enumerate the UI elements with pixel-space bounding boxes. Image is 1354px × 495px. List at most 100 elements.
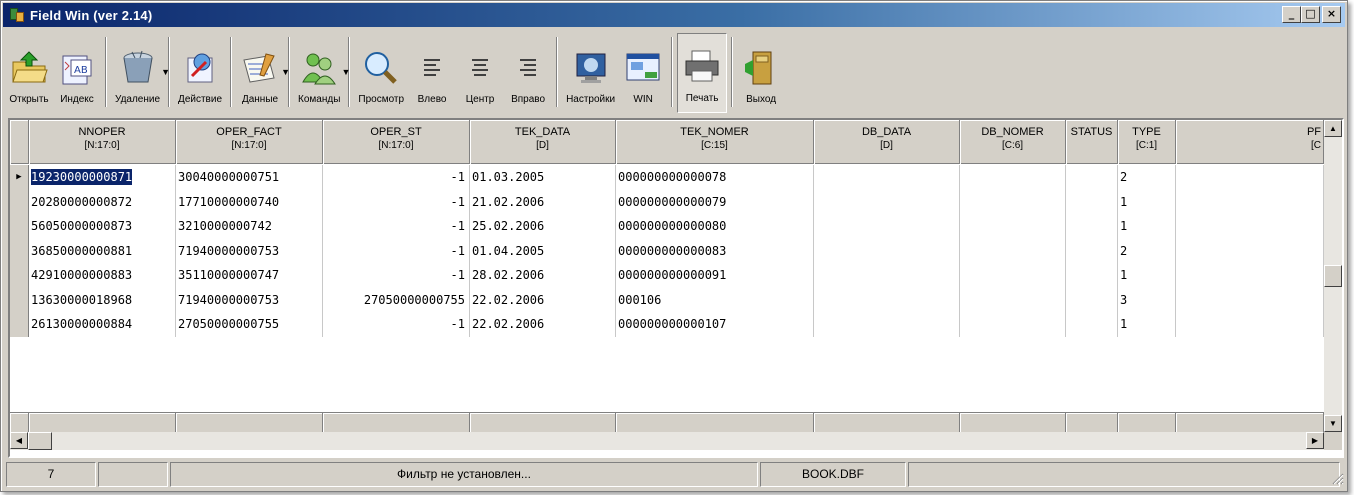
chevron-down-icon[interactable]: ▼: [341, 67, 350, 77]
cell-tek-data[interactable]: 01.03.2005: [470, 165, 616, 190]
row-indicator[interactable]: [10, 189, 29, 214]
cell-tek-data[interactable]: 22.02.2006: [470, 312, 616, 337]
row-indicator[interactable]: [10, 238, 29, 263]
table-row[interactable]: 20280000000872 17710000000740 -1 21.02.2006…: [10, 189, 1324, 214]
align-left-button[interactable]: Влево: [408, 33, 456, 113]
align-right-button[interactable]: Вправо: [504, 33, 552, 113]
action-button[interactable]: Действие: [174, 33, 226, 113]
title-bar[interactable]: Field Win (ver 2.14) _ □ ×: [3, 3, 1345, 27]
cell-db-data[interactable]: [814, 263, 960, 288]
row-indicator[interactable]: [10, 263, 29, 288]
cell-tek-nomer[interactable]: 000000000000078: [616, 165, 814, 190]
column-header-type[interactable]: TYPE [C:1]: [1118, 120, 1176, 164]
cell-nnoper[interactable]: 20280000000872: [29, 189, 176, 214]
scroll-up-button[interactable]: ▲: [1324, 120, 1342, 137]
table-row[interactable]: ▶ 19230000000871 30040000000751 -1 01.03.200…: [10, 165, 1324, 190]
scroll-right-button[interactable]: ▶: [1306, 432, 1324, 449]
column-header-status[interactable]: STATUS: [1066, 120, 1118, 164]
row-indicator[interactable]: [10, 312, 29, 337]
column-header-tek-nomer[interactable]: TEK_NOMER [C:15]: [616, 120, 814, 164]
cell-db-nomer[interactable]: [960, 214, 1066, 239]
cell-db-data[interactable]: [814, 214, 960, 239]
cell-oper-st[interactable]: -1: [323, 263, 470, 288]
cell-nnoper[interactable]: 42910000000883: [29, 263, 176, 288]
cell-db-nomer[interactable]: [960, 263, 1066, 288]
commands-button[interactable]: Команды ▼: [294, 33, 350, 113]
column-header-tek-data[interactable]: TEK_DATA [D]: [470, 120, 616, 164]
chevron-down-icon[interactable]: ▼: [281, 67, 290, 77]
table-row[interactable]: 13630000018968 71940000000753 270500000007…: [10, 287, 1324, 312]
cell-oper-fact[interactable]: 71940000000753: [176, 238, 323, 263]
cell-oper-st[interactable]: -1: [323, 312, 470, 337]
cell-oper-fact[interactable]: 30040000000751: [176, 165, 323, 190]
cell-nnoper[interactable]: 36850000000881: [29, 238, 176, 263]
data-grid[interactable]: NNOPER [N:17:0] OPER_FACT [N:17:0] OPER_ST…: [8, 118, 1344, 458]
print-button[interactable]: Печать: [677, 33, 728, 113]
cell-type[interactable]: 1: [1118, 263, 1176, 288]
cell-db-nomer[interactable]: [960, 238, 1066, 263]
cell-oper-fact[interactable]: 71940000000753: [176, 287, 323, 312]
cell-db-nomer[interactable]: [960, 189, 1066, 214]
table-row[interactable]: 26130000000884 27050000000755 -1 22.02.2006…: [10, 312, 1324, 337]
cell-db-data[interactable]: [814, 287, 960, 312]
cell-status[interactable]: [1066, 165, 1118, 190]
cell-oper-fact[interactable]: 17710000000740: [176, 189, 323, 214]
cell-status[interactable]: [1066, 238, 1118, 263]
table-row[interactable]: 36850000000881 71940000000753 -1 01.04.2005…: [10, 238, 1324, 263]
maximize-button[interactable]: □: [1301, 6, 1320, 23]
delete-button[interactable]: Удаление ▼: [111, 33, 170, 113]
scroll-down-button[interactable]: ▼: [1324, 415, 1342, 432]
cell-tek-nomer[interactable]: 000000000000083: [616, 238, 814, 263]
cell-nnoper[interactable]: 13630000018968: [29, 287, 176, 312]
column-header-oper-fact[interactable]: OPER_FACT [N:17:0]: [176, 120, 323, 164]
cell-nnoper[interactable]: 19230000000871: [29, 165, 176, 190]
cell-nnoper[interactable]: 26130000000884: [29, 312, 176, 337]
cell-oper-st[interactable]: -1: [323, 165, 470, 190]
cell-pf[interactable]: [1176, 238, 1324, 263]
resize-grip-icon[interactable]: [1330, 471, 1344, 485]
cell-status[interactable]: [1066, 312, 1118, 337]
cell-db-data[interactable]: [814, 189, 960, 214]
vertical-scroll-thumb[interactable]: [1324, 265, 1342, 287]
cell-type[interactable]: 1: [1118, 189, 1176, 214]
cell-tek-data[interactable]: 25.02.2006: [470, 214, 616, 239]
cell-tek-nomer[interactable]: 000000000000107: [616, 312, 814, 337]
row-indicator[interactable]: [10, 214, 29, 239]
row-indicator[interactable]: [10, 287, 29, 312]
column-header-oper-st[interactable]: OPER_ST [N:17:0]: [323, 120, 470, 164]
cell-tek-nomer[interactable]: 000106: [616, 287, 814, 312]
cell-status[interactable]: [1066, 263, 1118, 288]
cell-status[interactable]: [1066, 287, 1118, 312]
cell-oper-st[interactable]: -1: [323, 189, 470, 214]
horizontal-scrollbar[interactable]: ◀ ▶: [10, 432, 1342, 450]
view-button[interactable]: Просмотр: [354, 33, 408, 113]
open-button[interactable]: Открыть: [5, 33, 53, 113]
cell-type[interactable]: 1: [1118, 312, 1176, 337]
cell-oper-st[interactable]: -1: [323, 238, 470, 263]
cell-oper-st[interactable]: 27050000000755: [323, 287, 470, 312]
cell-type[interactable]: 3: [1118, 287, 1176, 312]
cell-pf[interactable]: [1176, 287, 1324, 312]
column-header-db-data[interactable]: DB_DATA [D]: [814, 120, 960, 164]
cell-pf[interactable]: [1176, 165, 1324, 190]
cell-status[interactable]: [1066, 214, 1118, 239]
align-center-button[interactable]: Центр: [456, 33, 504, 113]
chevron-down-icon[interactable]: ▼: [161, 67, 170, 77]
cell-db-data[interactable]: [814, 238, 960, 263]
cell-oper-fact[interactable]: 3210000000742: [176, 214, 323, 239]
cell-db-data[interactable]: [814, 312, 960, 337]
horizontal-scroll-thumb[interactable]: [28, 432, 52, 450]
table-row[interactable]: 56050000000873 3210000000742 -1 25.02.2006 0…: [10, 214, 1324, 239]
cell-tek-data[interactable]: 22.02.2006: [470, 287, 616, 312]
cell-status[interactable]: [1066, 189, 1118, 214]
column-header-pf[interactable]: PF [C: [1176, 120, 1324, 164]
data-button[interactable]: Данные ▼: [236, 33, 290, 113]
cell-db-nomer[interactable]: [960, 165, 1066, 190]
cell-pf[interactable]: [1176, 312, 1324, 337]
cell-pf[interactable]: [1176, 189, 1324, 214]
cell-type[interactable]: 1: [1118, 214, 1176, 239]
cell-tek-data[interactable]: 28.02.2006: [470, 263, 616, 288]
win-button[interactable]: WIN: [619, 33, 667, 113]
index-button[interactable]: AB Индекс: [53, 33, 101, 113]
scroll-left-button[interactable]: ◀: [10, 432, 28, 449]
